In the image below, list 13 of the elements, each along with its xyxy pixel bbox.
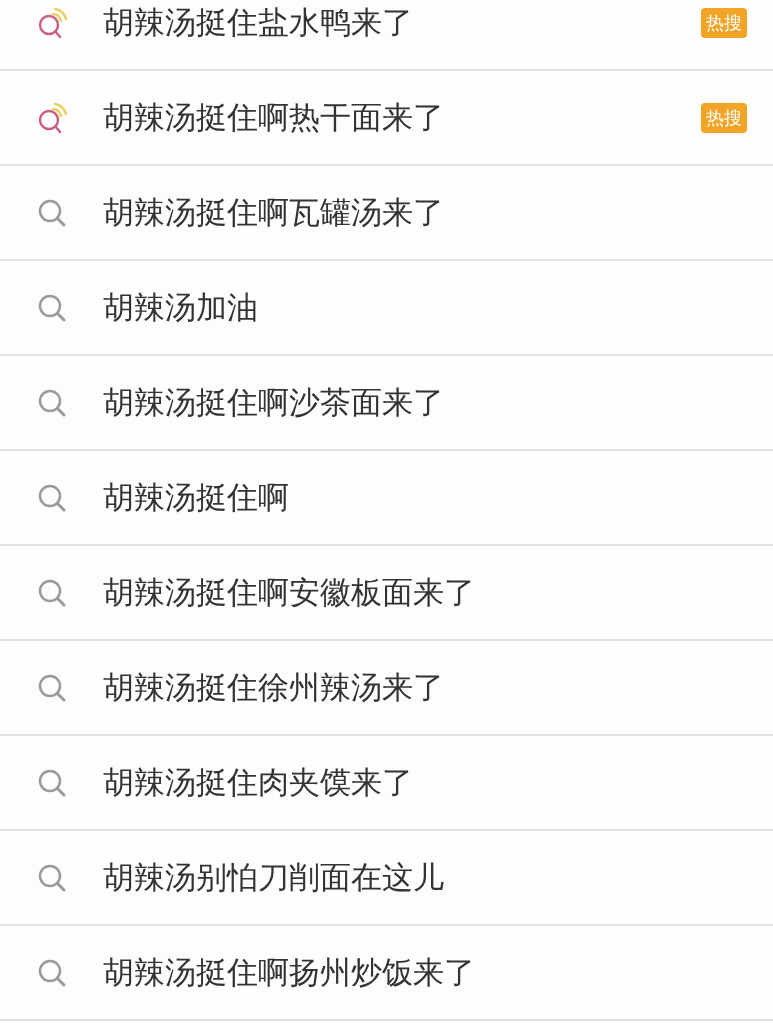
suggestion-text: 胡辣汤挺住肉夹馍来了 — [103, 763, 414, 803]
suggestion-text: 胡辣汤挺住啊热干面来了 — [103, 98, 445, 138]
suggestion-text: 胡辣汤挺住啊安徽板面来了 — [103, 573, 476, 613]
suggestion-text: 胡辣汤挺住盐水鸭来了 — [103, 3, 414, 43]
hot-badge: 热搜 — [701, 7, 747, 38]
suggestion-text: 胡辣汤挺住徐州辣汤来了 — [103, 668, 445, 708]
hot-badge: 热搜 — [701, 102, 747, 133]
suggestion-text: 胡辣汤挺住啊扬州炒饭来了 — [103, 953, 476, 993]
suggestion-text: 胡辣汤挺住啊 — [103, 478, 290, 518]
suggestion-text: 胡辣汤挺住啊瓦罐汤来了 — [103, 193, 445, 233]
suggestion-text: 胡辣汤挺住啊沙茶面来了 — [103, 383, 445, 423]
suggestion-text: 胡辣汤别怕刀削面在这儿 — [103, 858, 445, 898]
suggestion-text: 胡辣汤加油 — [103, 288, 259, 328]
